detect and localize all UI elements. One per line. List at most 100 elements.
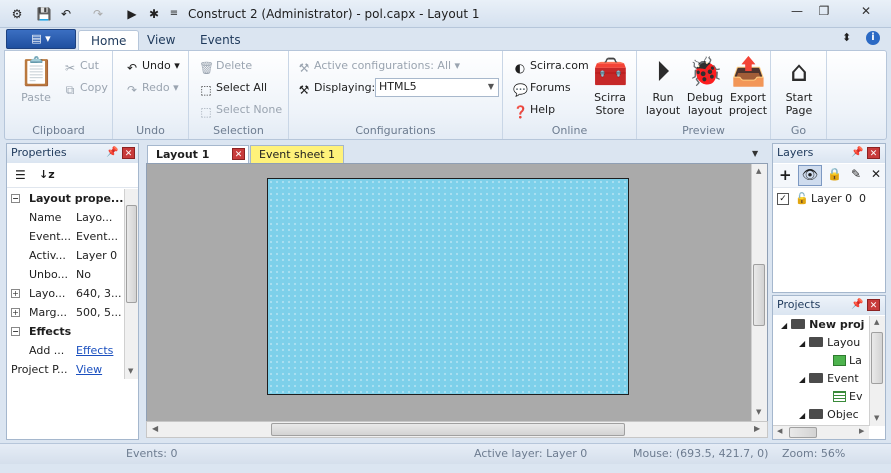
view-link[interactable]: View: [76, 360, 126, 379]
tab-view[interactable]: View: [135, 30, 187, 51]
properties-section-effects[interactable]: − Effects: [7, 322, 131, 341]
redo-icon[interactable]: ↷: [90, 6, 106, 22]
collapse-icon[interactable]: −: [11, 327, 20, 336]
close-icon[interactable]: ✕: [867, 147, 880, 159]
scroll-thumb[interactable]: [789, 427, 817, 438]
chevron-right-icon[interactable]: ▶: [859, 427, 864, 435]
sort-alpha-icon[interactable]: ↓z: [39, 168, 55, 181]
help-link[interactable]: ❓ Help: [513, 102, 555, 119]
chevron-left-icon[interactable]: ◀: [152, 424, 158, 433]
collapse-icon[interactable]: −: [11, 194, 20, 203]
debug-icon[interactable]: ✱: [146, 6, 162, 22]
property-row[interactable]: + Marg... 500, 5...: [7, 303, 131, 322]
chevron-right-icon[interactable]: ▶: [754, 424, 760, 433]
close-button[interactable]: ✕: [847, 2, 885, 20]
ribbon-minimize-icon[interactable]: ⬍: [842, 31, 851, 44]
delete-button[interactable]: 🗑 Delete: [199, 58, 252, 75]
scroll-thumb[interactable]: [126, 205, 137, 303]
chevron-down-icon[interactable]: ▼: [756, 408, 761, 416]
tree-event-item[interactable]: Ev: [833, 388, 862, 406]
gear-icon[interactable]: ⚙: [9, 6, 25, 22]
redo-icon: ↷: [126, 83, 138, 97]
close-icon[interactable]: ✕: [232, 148, 245, 160]
layer-row[interactable]: ✓ 🔓 Layer 0 0: [777, 190, 883, 208]
layer-visible-checkbox[interactable]: ✓: [777, 193, 789, 205]
property-row[interactable]: + Layo... 640, 3...: [7, 284, 131, 303]
forums-link[interactable]: 💬 Forums: [513, 80, 571, 97]
undo-icon[interactable]: ↶: [58, 6, 74, 22]
delete-layer-icon[interactable]: ✕: [871, 167, 881, 181]
projects-panel: Projects 📌 ✕ ◢ New proj ◢ Layou La ◢ Event …: [772, 295, 886, 440]
projects-vscrollbar[interactable]: ▲ ▼: [869, 316, 885, 426]
scroll-thumb[interactable]: [871, 332, 883, 384]
tab-home[interactable]: Home: [78, 30, 140, 51]
run-layout-button[interactable]: ⏵ Run layout: [643, 55, 683, 117]
app-menu-button[interactable]: ▤ ▾: [6, 29, 76, 49]
tree-layout-item[interactable]: La: [833, 352, 862, 370]
run-icon[interactable]: ▶: [124, 6, 140, 22]
effects-link[interactable]: Effects: [76, 341, 126, 360]
chevron-up-icon[interactable]: ▲: [874, 318, 879, 326]
tree-objects-folder[interactable]: ◢ Objec: [799, 406, 859, 425]
undo-button[interactable]: ↶ Undo ▾: [125, 58, 180, 75]
export-project-button[interactable]: 📤 Export project: [727, 55, 769, 117]
select-all-button[interactable]: ⬚ Select All: [199, 80, 267, 97]
property-row[interactable]: Add ... Effects: [7, 341, 131, 360]
close-icon[interactable]: ✕: [867, 299, 880, 311]
tree-layouts-folder[interactable]: ◢ Layou: [799, 334, 860, 353]
debug-layout-button[interactable]: 🐞 Debug layout: [684, 55, 726, 117]
pin-icon[interactable]: 📌: [851, 299, 863, 310]
chevron-down-icon[interactable]: ▼: [128, 367, 133, 375]
property-row[interactable]: Name Layo...: [7, 208, 131, 227]
paste-button[interactable]: 📋 Paste: [13, 55, 59, 104]
property-row[interactable]: Activ... Layer 0: [7, 246, 131, 265]
property-row[interactable]: Project P... View: [7, 360, 131, 379]
displaying-select[interactable]: HTML5 ▼: [375, 78, 499, 97]
tree-events-folder[interactable]: ◢ Event: [799, 370, 859, 389]
scirra-store-button[interactable]: 🧰 Scirra Store: [589, 55, 631, 117]
tab-layout-1[interactable]: Layout 1 ✕: [147, 145, 249, 163]
tab-events[interactable]: Events: [188, 30, 253, 51]
pin-icon[interactable]: 📌: [851, 147, 863, 158]
layout-area[interactable]: [267, 178, 629, 395]
select-none-button[interactable]: ⬚ Select None: [199, 102, 282, 119]
tab-list-chevron-icon[interactable]: ▼: [752, 149, 758, 158]
chevron-up-icon[interactable]: ▲: [756, 167, 761, 175]
cut-button[interactable]: ✂ Cut: [63, 58, 99, 75]
tree-root[interactable]: ◢ New proj: [781, 316, 864, 335]
chevron-down-icon[interactable]: ▼: [874, 414, 879, 422]
chevron-left-icon[interactable]: ◀: [777, 427, 782, 435]
active-configurations-button[interactable]: ⚒ Active configurations: All ▾: [297, 58, 460, 75]
projects-hscrollbar[interactable]: ◀ ▶: [773, 425, 869, 439]
expand-icon[interactable]: +: [11, 289, 20, 298]
add-layer-icon[interactable]: +: [779, 166, 792, 184]
eye-icon[interactable]: 👁: [798, 165, 822, 186]
sort-category-icon[interactable]: ☰: [15, 168, 26, 182]
tab-event-sheet-1[interactable]: Event sheet 1: [250, 145, 344, 163]
close-icon[interactable]: ✕: [122, 147, 135, 159]
scroll-thumb[interactable]: [271, 423, 625, 436]
save-icon[interactable]: 💾: [36, 6, 52, 22]
properties-scrollbar[interactable]: ▼: [124, 189, 138, 379]
properties-section-layout[interactable]: − Layout prope...: [7, 189, 131, 208]
restore-button[interactable]: ❐: [810, 2, 838, 20]
property-row[interactable]: Unbo... No: [7, 265, 131, 284]
scirra-link[interactable]: ◐ Scirra.com: [513, 58, 589, 75]
copy-button[interactable]: ⧉ Copy: [63, 80, 108, 97]
minimize-button[interactable]: —: [783, 2, 811, 20]
layout-icon: [833, 355, 846, 366]
customize-icon[interactable]: ≡: [166, 6, 182, 22]
help-icon[interactable]: i: [866, 31, 880, 45]
pencil-icon[interactable]: ✎: [851, 167, 861, 181]
unlocked-icon[interactable]: 🔓: [795, 190, 809, 208]
start-page-button[interactable]: ⌂ Start Page: [777, 55, 821, 117]
scroll-thumb[interactable]: [753, 264, 765, 326]
layout-canvas[interactable]: ▲ ▼: [146, 163, 768, 422]
expand-icon[interactable]: +: [11, 308, 20, 317]
canvas-hscrollbar[interactable]: ◀ ▶: [146, 421, 768, 438]
pin-icon[interactable]: 📌: [106, 147, 118, 158]
redo-button[interactable]: ↷ Redo ▾: [125, 80, 179, 97]
lock-icon[interactable]: 🔒: [827, 167, 842, 181]
property-row[interactable]: Event... Event...: [7, 227, 131, 246]
canvas-vscrollbar[interactable]: ▲ ▼: [751, 164, 767, 421]
